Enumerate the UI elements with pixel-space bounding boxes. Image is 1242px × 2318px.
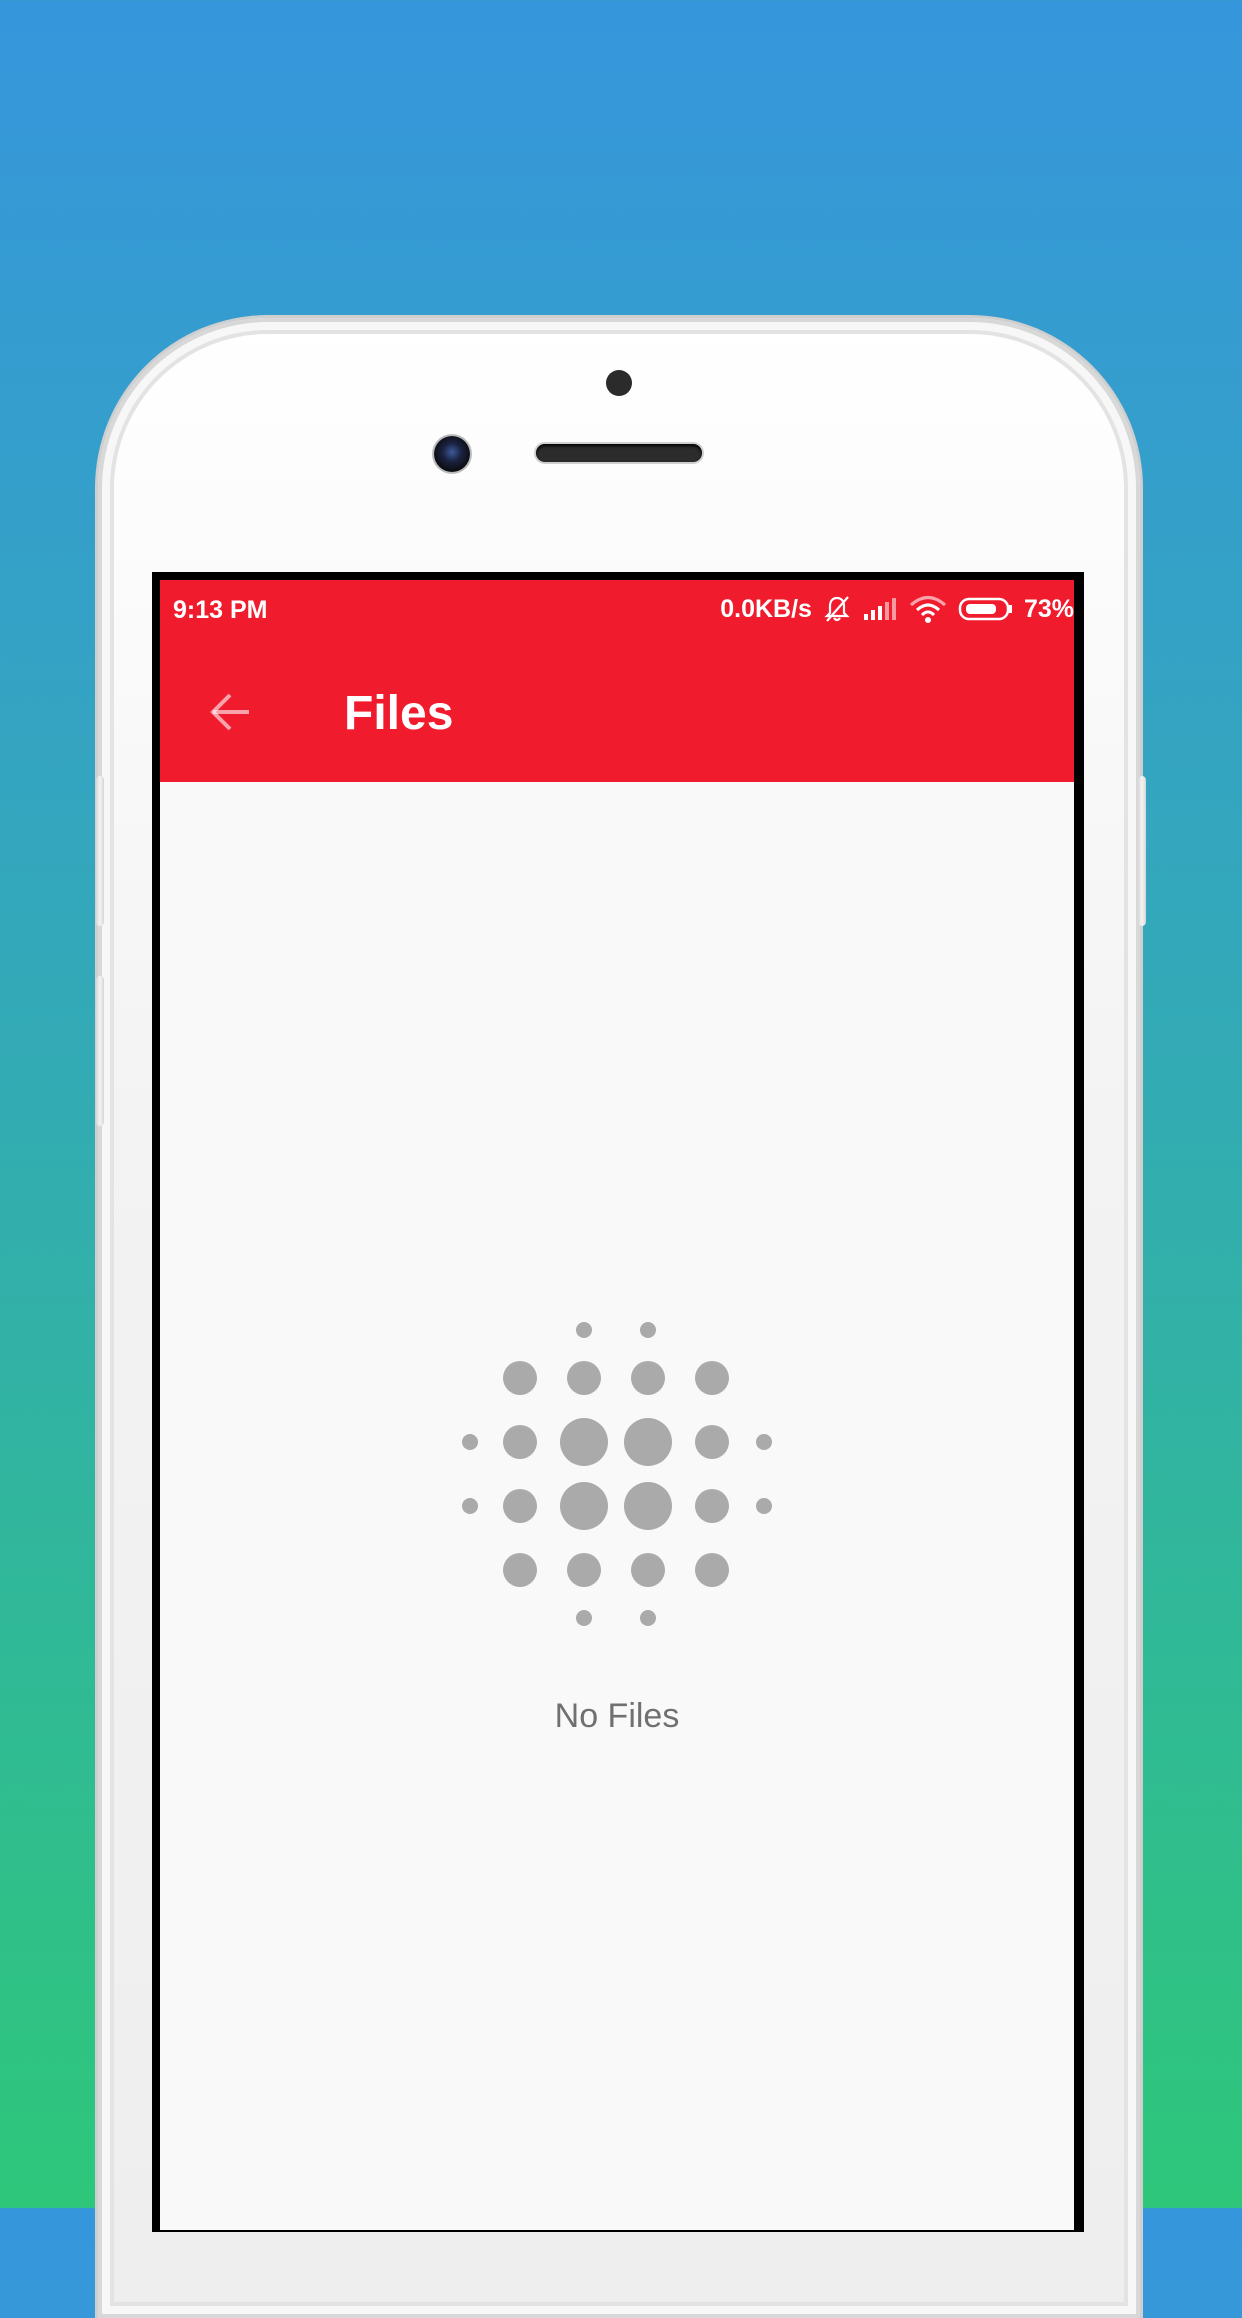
arrow-back-icon [210,693,249,731]
wifi-icon [908,594,948,624]
phone-side-button [96,976,104,1126]
network-speed: 0.0KB/s [720,594,812,623]
signal-icon [862,596,898,622]
notifications-off-icon [822,594,852,624]
status-indicators: 0.0KB/s 73% [720,594,1074,624]
page-title: Files [344,687,454,740]
battery-percent: 73% [1023,594,1074,623]
app-bar: Files [160,642,1074,782]
phone-side-button [96,776,104,926]
camera-lens [434,436,470,472]
phone-screen: 9:13 PM 0.0KB/s 73% Files No Files [152,572,1084,2232]
empty-state: No Files [160,782,1074,2230]
empty-message: No Files [554,1697,680,1735]
battery-icon [958,596,1014,622]
front-camera [606,370,632,396]
dot-pattern-icon [462,1322,772,1626]
phone-side-button [1138,776,1146,926]
earpiece-speaker [536,444,702,462]
status-bar: 9:13 PM 0.0KB/s 73% [160,580,1074,642]
app-screen: 9:13 PM 0.0KB/s 73% Files No Files [160,580,1074,2230]
back-button[interactable] [200,682,260,742]
status-time: 9:13 PM [173,596,268,624]
